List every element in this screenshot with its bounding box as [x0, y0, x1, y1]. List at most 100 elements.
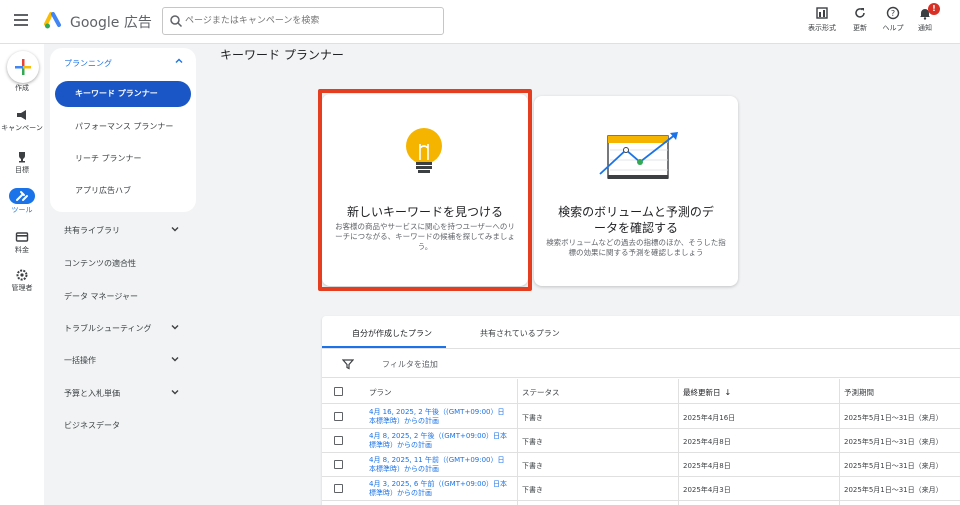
nav-reach-planner[interactable]: リーチ プランナー	[55, 146, 191, 172]
notifications-label: 通知	[918, 24, 932, 32]
nav-app-ads-hub[interactable]: アプリ広告ハブ	[55, 178, 191, 204]
column-plan[interactable]: プラン	[369, 387, 392, 398]
nav-budgets-bidding-label: 予算と入札単価	[64, 389, 120, 398]
nav-bulk-actions-label: 一括操作	[64, 356, 96, 365]
tab-shared-plans[interactable]: 共有されているプラン	[480, 328, 560, 339]
trophy-icon	[19, 152, 25, 163]
nav-budgets-bidding[interactable]: 予算と入札単価	[64, 388, 184, 399]
notifications-button[interactable]: ! 通知	[906, 3, 944, 33]
gear-icon	[16, 269, 28, 281]
tab-divider	[322, 348, 960, 349]
nav-troubleshooting[interactable]: トラブルシューティング	[64, 323, 184, 334]
nav-content-suitability[interactable]: コンテンツの適合性	[64, 258, 184, 269]
help-icon: ?	[886, 6, 900, 20]
tab-my-plans[interactable]: 自分が作成したプラン	[352, 328, 432, 339]
rail-create-label: 作成	[15, 84, 29, 92]
rail-goals[interactable]: 目標	[0, 150, 44, 174]
rail-campaigns-label: キャンペーン	[1, 124, 43, 132]
planning-nav-card: プランニング キーワード プランナー パフォーマンス プランナー リーチ プラン…	[50, 48, 196, 212]
nav-bulk-actions[interactable]: 一括操作	[64, 355, 184, 366]
plan-updated: 2025年4月16日	[683, 414, 736, 422]
plan-name-link[interactable]: 4月 16, 2025, 2 午後（(GMT+09:00）日本標準時）からの計画	[369, 408, 509, 426]
nav-shared-library[interactable]: 共有ライブラリ	[64, 225, 184, 236]
nav-troubleshooting-label: トラブルシューティング	[64, 324, 152, 333]
forecast-title-line1: 検索のボリュームと予測のデ	[558, 205, 714, 219]
column-last-updated-label: 最終更新日	[683, 388, 721, 397]
plan-period: 2025年5月1日～31日（来月）	[844, 438, 943, 446]
rail-tools[interactable]: ツール	[0, 188, 44, 214]
page-title: キーワード プランナー	[220, 48, 344, 62]
table-header: プラン ステータス 最終更新日 ↓ 予測期間	[322, 379, 960, 404]
notification-badge: !	[928, 3, 940, 15]
table-row: 4月 16, 2025, 2 午後（(GMT+09:00）日本標準時）からの計画…	[322, 405, 960, 429]
nav-data-manager-label: データ マネージャー	[64, 292, 138, 301]
table-row: 4月 8, 2025, 11 午前（(GMT+09:00）日本標準時）からの計画…	[322, 453, 960, 477]
rail-goals-label: 目標	[15, 166, 29, 174]
plan-name-link[interactable]: 4月 8, 2025, 11 午前（(GMT+09:00）日本標準時）からの計画	[369, 456, 509, 474]
plan-updated: 2025年4月3日	[683, 486, 731, 494]
plan-name-link[interactable]: 4月 3, 2025, 6 午前（(GMT+09:00）日本標準時）からの計画	[369, 480, 509, 498]
megaphone-icon	[17, 110, 26, 120]
rail-create[interactable]: 作成	[0, 82, 44, 92]
chevron-down-icon	[171, 390, 179, 395]
google-ads-logo	[44, 12, 61, 29]
table-row: 4月 3, 2025, 6 午前（(GMT+09:00）日本標準時）からの計画 …	[322, 477, 960, 501]
table-row: 4月 8, 2025, 2 午後（(GMT+09:00）日本標準時）からの計画 …	[322, 429, 960, 453]
plan-status: 下書き	[522, 414, 543, 422]
trend-chart-icon	[599, 132, 678, 179]
plan-period: 2025年5月1日～31日（来月）	[844, 462, 943, 470]
chevron-down-icon	[171, 325, 179, 330]
search-icon	[170, 15, 183, 28]
menu-icon[interactable]	[14, 14, 28, 26]
forecast-description: 検索ボリュームなどの過去の指標のほか、そうした指標の効果に関する予測を確認しまし…	[546, 238, 726, 257]
nav-business-data[interactable]: ビジネスデータ	[64, 420, 184, 431]
chevron-up-icon[interactable]	[174, 56, 184, 66]
credit-card-icon	[15, 232, 29, 242]
row-checkbox[interactable]	[334, 460, 343, 469]
nav-business-data-label: ビジネスデータ	[64, 421, 120, 430]
select-all-checkbox[interactable]	[334, 387, 343, 396]
search-box[interactable]	[162, 7, 444, 35]
left-rail: 作成 キャンペーン 目標 ツール 料金 管理者	[0, 44, 44, 505]
forecast-title-line2: ータを確認する	[593, 221, 678, 235]
column-status[interactable]: ステータス	[522, 387, 560, 398]
rail-billing[interactable]: 料金	[0, 230, 44, 254]
plan-status: 下書き	[522, 438, 543, 446]
plus-icon	[15, 59, 31, 75]
plan-updated: 2025年4月8日	[683, 438, 731, 446]
nav-shared-library-label: 共有ライブラリ	[64, 226, 120, 235]
tools-pill	[9, 188, 35, 204]
sort-descending-icon: ↓	[724, 388, 732, 397]
chevron-down-icon	[171, 357, 179, 362]
view-mode-icon	[816, 7, 828, 19]
filter-icon[interactable]	[342, 358, 354, 370]
refresh-icon	[855, 8, 865, 18]
add-filter-button[interactable]: フィルタを追加	[382, 359, 438, 370]
column-last-updated[interactable]: 最終更新日 ↓	[683, 387, 731, 398]
nav-data-manager[interactable]: データ マネージャー	[64, 291, 184, 302]
active-tab-indicator	[322, 346, 446, 348]
row-checkbox[interactable]	[334, 412, 343, 421]
row-checkbox[interactable]	[334, 484, 343, 493]
plan-status: 下書き	[522, 486, 543, 494]
view-button[interactable]: 表示形式	[803, 6, 841, 33]
view-label: 表示形式	[808, 24, 836, 32]
nav-planning-header[interactable]: プランニング	[64, 58, 112, 69]
rail-admin-label: 管理者	[11, 284, 33, 292]
plan-period: 2025年5月1日～31日（来月）	[844, 414, 943, 422]
forecast-card[interactable]: 検索のボリュームと予測のデ ータを確認する 検索ボリュームなどの過去の指標のほか…	[534, 96, 738, 286]
plan-name-link[interactable]: 4月 8, 2025, 2 午後（(GMT+09:00）日本標準時）からの計画	[369, 432, 509, 450]
nav-keyword-planner[interactable]: キーワード プランナー	[55, 81, 191, 107]
row-checkbox[interactable]	[334, 436, 343, 445]
highlight-frame	[318, 89, 532, 291]
rail-campaigns[interactable]: キャンペーン	[0, 108, 44, 132]
rail-admin[interactable]: 管理者	[0, 268, 44, 292]
plan-updated: 2025年4月8日	[683, 462, 731, 470]
column-forecast-period[interactable]: 予測期間	[844, 387, 874, 398]
tools-icon	[16, 191, 28, 201]
nav-performance-planner[interactable]: パフォーマンス プランナー	[55, 114, 191, 140]
create-button[interactable]	[7, 51, 39, 83]
rail-tools-label: ツール	[11, 206, 33, 214]
search-input[interactable]	[185, 12, 435, 30]
plan-status: 下書き	[522, 462, 543, 470]
